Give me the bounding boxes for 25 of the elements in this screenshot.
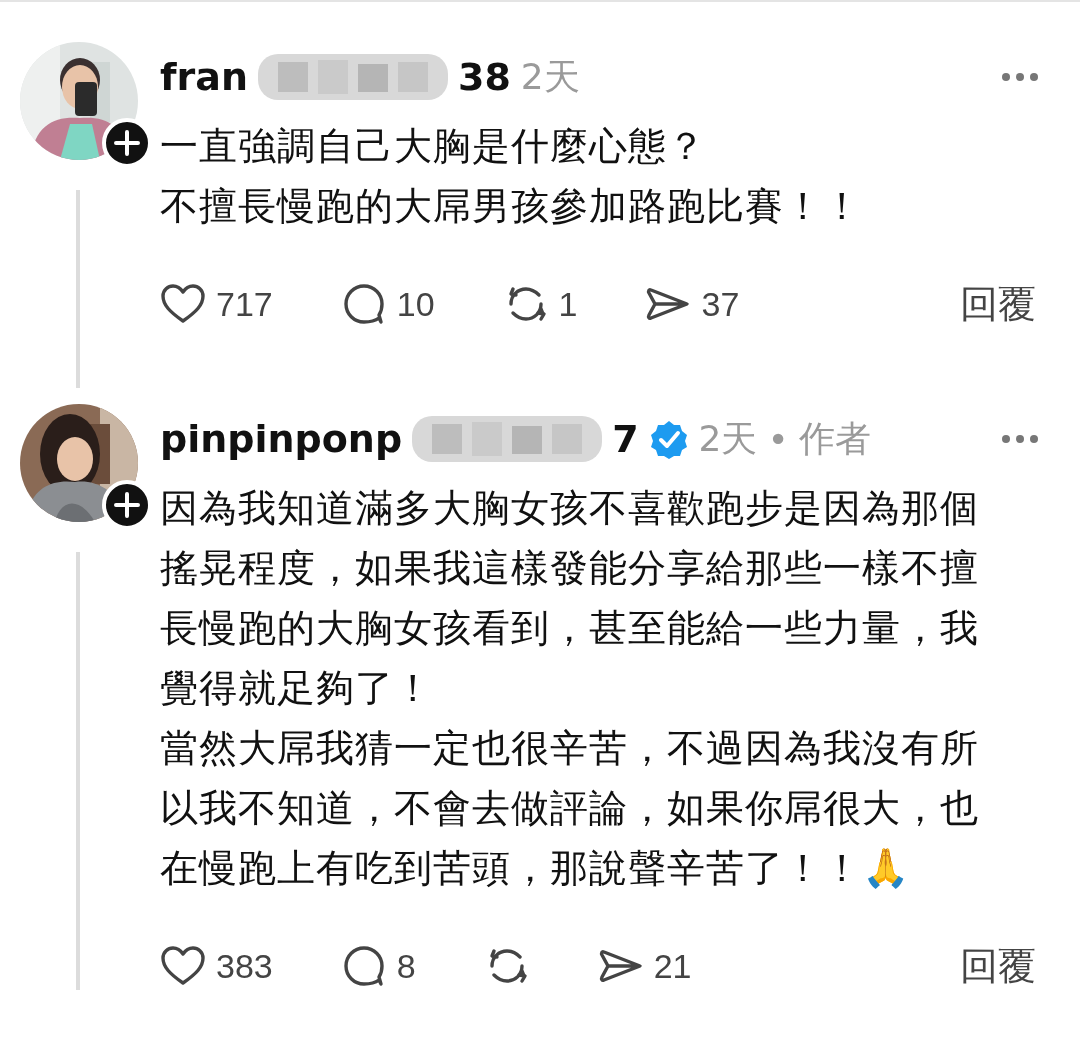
share-button[interactable]: 37 bbox=[645, 282, 740, 326]
comment-button[interactable]: 8 bbox=[340, 944, 416, 988]
comment-text: 不擅長慢跑的大屌男孩參加路跑比賽！！ bbox=[160, 183, 863, 230]
comment-button[interactable]: 10 bbox=[340, 282, 435, 326]
username[interactable]: 7 bbox=[612, 417, 639, 461]
comment-text: 一直強調自己大胸是什麼心態？ bbox=[160, 123, 707, 170]
username[interactable]: 38 bbox=[457, 55, 511, 99]
author-label: 作者 bbox=[798, 416, 871, 461]
reply-button[interactable]: 回覆 bbox=[960, 940, 1036, 992]
repost-button[interactable]: 1 bbox=[502, 282, 578, 326]
heart-icon bbox=[160, 944, 206, 988]
like-button[interactable]: 717 bbox=[160, 282, 273, 326]
post-time: 2天 bbox=[520, 54, 580, 99]
more-icon[interactable] bbox=[1000, 71, 1040, 83]
comment-text: 當然大屌我猜一定也很辛苦，不過因為我沒有所以我不知道，不會去做評論，如果你屌很大，也在慢跑上有吃到苦頭，那說聲辛苦了！！🙏 bbox=[160, 725, 980, 892]
more-icon[interactable] bbox=[1000, 433, 1040, 445]
username[interactable]: pinpinponp bbox=[160, 417, 403, 461]
username[interactable]: fran bbox=[160, 55, 248, 99]
like-button[interactable]: 383 bbox=[160, 944, 273, 988]
separator-dot: • bbox=[767, 418, 789, 460]
share-button[interactable]: 21 bbox=[597, 944, 692, 988]
comment-text: 因為我知道滿多大胸女孩不喜歡跑步是因為那個搖晃程度，如果我這樣發能分享給那些一樣不擅長慢跑的大胸女孩看到，甚至能給一些力量，我覺得就足夠了！ bbox=[160, 485, 980, 712]
reply-button[interactable]: 回覆 bbox=[960, 278, 1036, 330]
heart-icon bbox=[160, 282, 206, 326]
post-time: 2天 bbox=[698, 416, 758, 461]
